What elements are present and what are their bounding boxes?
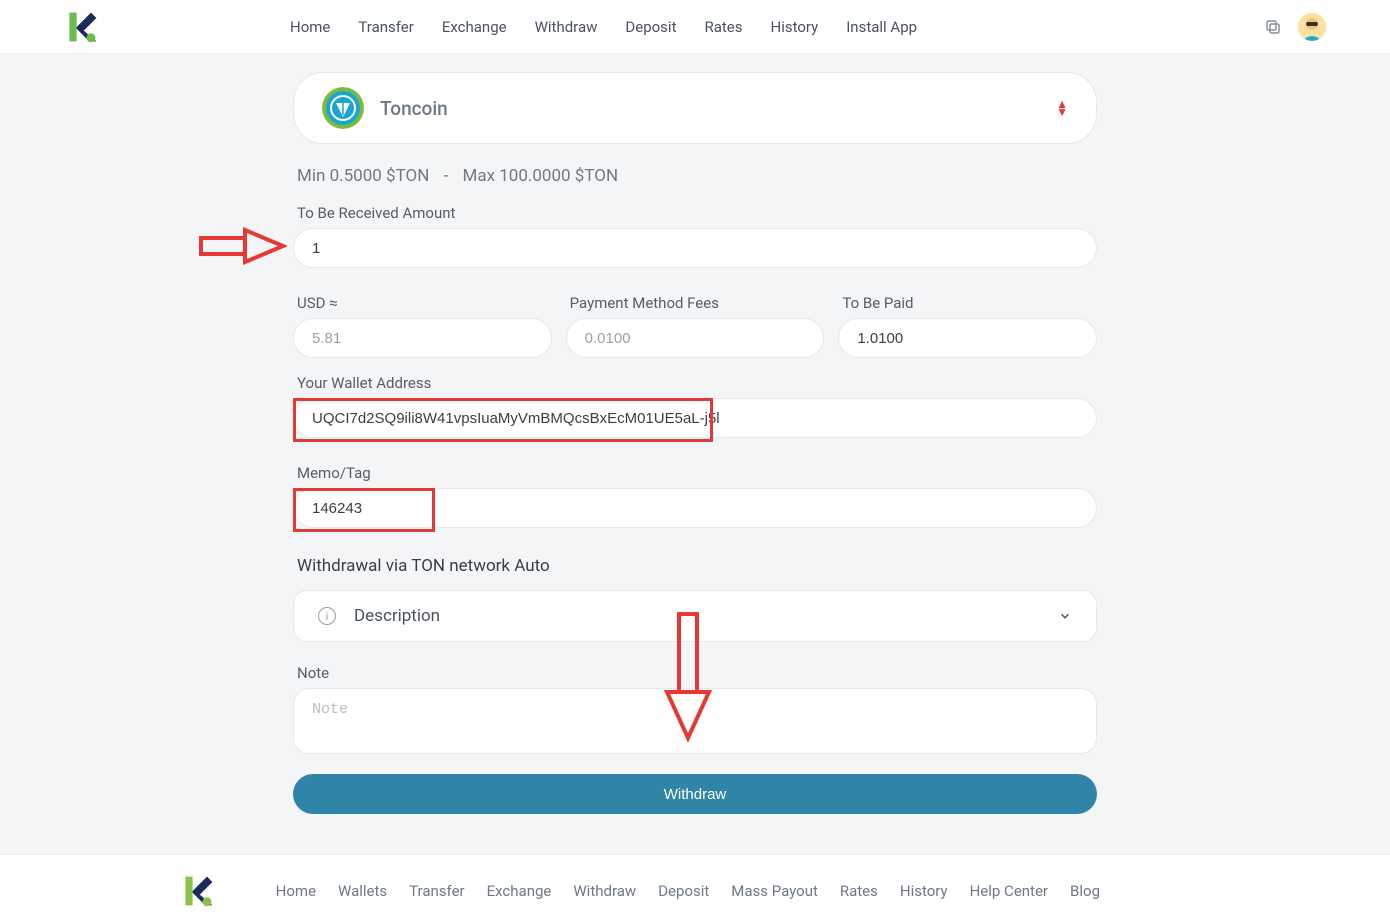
received-amount-label: To Be Received Amount xyxy=(297,204,1097,222)
withdraw-form: Toncoin ▲▼ Min 0.5000 $TON - Max 100.000… xyxy=(293,72,1097,814)
main-nav: Home Transfer Exchange Withdraw Deposit … xyxy=(290,18,917,36)
site-logo xyxy=(64,9,100,45)
toncoin-icon xyxy=(322,87,364,129)
footer-exchange[interactable]: Exchange xyxy=(487,882,552,900)
copy-icon[interactable] xyxy=(1264,18,1282,36)
withdraw-button[interactable]: Withdraw xyxy=(293,774,1097,814)
limits-separator: - xyxy=(444,166,449,186)
coin-selector[interactable]: Toncoin ▲▼ xyxy=(293,72,1097,144)
footer-rates[interactable]: Rates xyxy=(840,882,878,900)
footer-nav: Home Wallets Transfer Exchange Withdraw … xyxy=(276,882,1100,900)
footer: Home Wallets Transfer Exchange Withdraw … xyxy=(0,854,1390,917)
footer-deposit[interactable]: Deposit xyxy=(658,882,709,900)
annotation-arrow-icon xyxy=(199,224,287,268)
footer-logo xyxy=(180,873,216,909)
wallet-label: Your Wallet Address xyxy=(297,374,1097,392)
fees-value-input xyxy=(566,318,825,358)
memo-input[interactable] xyxy=(293,488,1097,528)
info-icon: i xyxy=(318,607,336,625)
footer-withdraw[interactable]: Withdraw xyxy=(573,882,636,900)
nav-transfer[interactable]: Transfer xyxy=(358,18,413,36)
nav-rates[interactable]: Rates xyxy=(704,18,742,36)
coin-name-label: Toncoin xyxy=(380,97,448,120)
nav-exchange[interactable]: Exchange xyxy=(442,18,507,36)
description-accordion[interactable]: i Description xyxy=(293,590,1097,642)
memo-label: Memo/Tag xyxy=(297,464,1097,482)
wallet-address-input[interactable] xyxy=(293,398,1097,438)
max-limit: Max 100.0000 $TON xyxy=(462,166,618,186)
network-info: Withdrawal via TON network Auto xyxy=(297,556,1097,576)
user-avatar[interactable] xyxy=(1298,13,1326,41)
nav-deposit[interactable]: Deposit xyxy=(625,18,676,36)
footer-wallets[interactable]: Wallets xyxy=(338,882,387,900)
description-label: Description xyxy=(354,606,440,626)
nav-home[interactable]: Home xyxy=(290,18,330,36)
paid-label: To Be Paid xyxy=(842,294,1097,312)
sort-arrows-icon: ▲▼ xyxy=(1056,100,1068,116)
paid-value-input[interactable] xyxy=(838,318,1097,358)
footer-blog[interactable]: Blog xyxy=(1070,882,1100,900)
top-header: Home Transfer Exchange Withdraw Deposit … xyxy=(0,0,1390,54)
footer-mass-payout[interactable]: Mass Payout xyxy=(731,882,818,900)
usd-label: USD ≈ xyxy=(297,294,552,312)
usd-value-input xyxy=(293,318,552,358)
note-textarea[interactable] xyxy=(293,688,1097,754)
footer-history[interactable]: History xyxy=(900,882,948,900)
min-limit: Min 0.5000 $TON xyxy=(297,166,429,186)
nav-history[interactable]: History xyxy=(771,18,819,36)
received-amount-input[interactable] xyxy=(293,228,1097,268)
note-label: Note xyxy=(297,664,1097,682)
limits-text: Min 0.5000 $TON - Max 100.0000 $TON xyxy=(297,166,1097,186)
footer-transfer[interactable]: Transfer xyxy=(409,882,464,900)
nav-withdraw[interactable]: Withdraw xyxy=(535,18,598,36)
footer-help-center[interactable]: Help Center xyxy=(970,882,1048,900)
nav-install-app[interactable]: Install App xyxy=(846,18,917,36)
fees-label: Payment Method Fees xyxy=(570,294,825,312)
footer-home[interactable]: Home xyxy=(276,882,316,900)
chevron-down-icon xyxy=(1058,609,1072,623)
